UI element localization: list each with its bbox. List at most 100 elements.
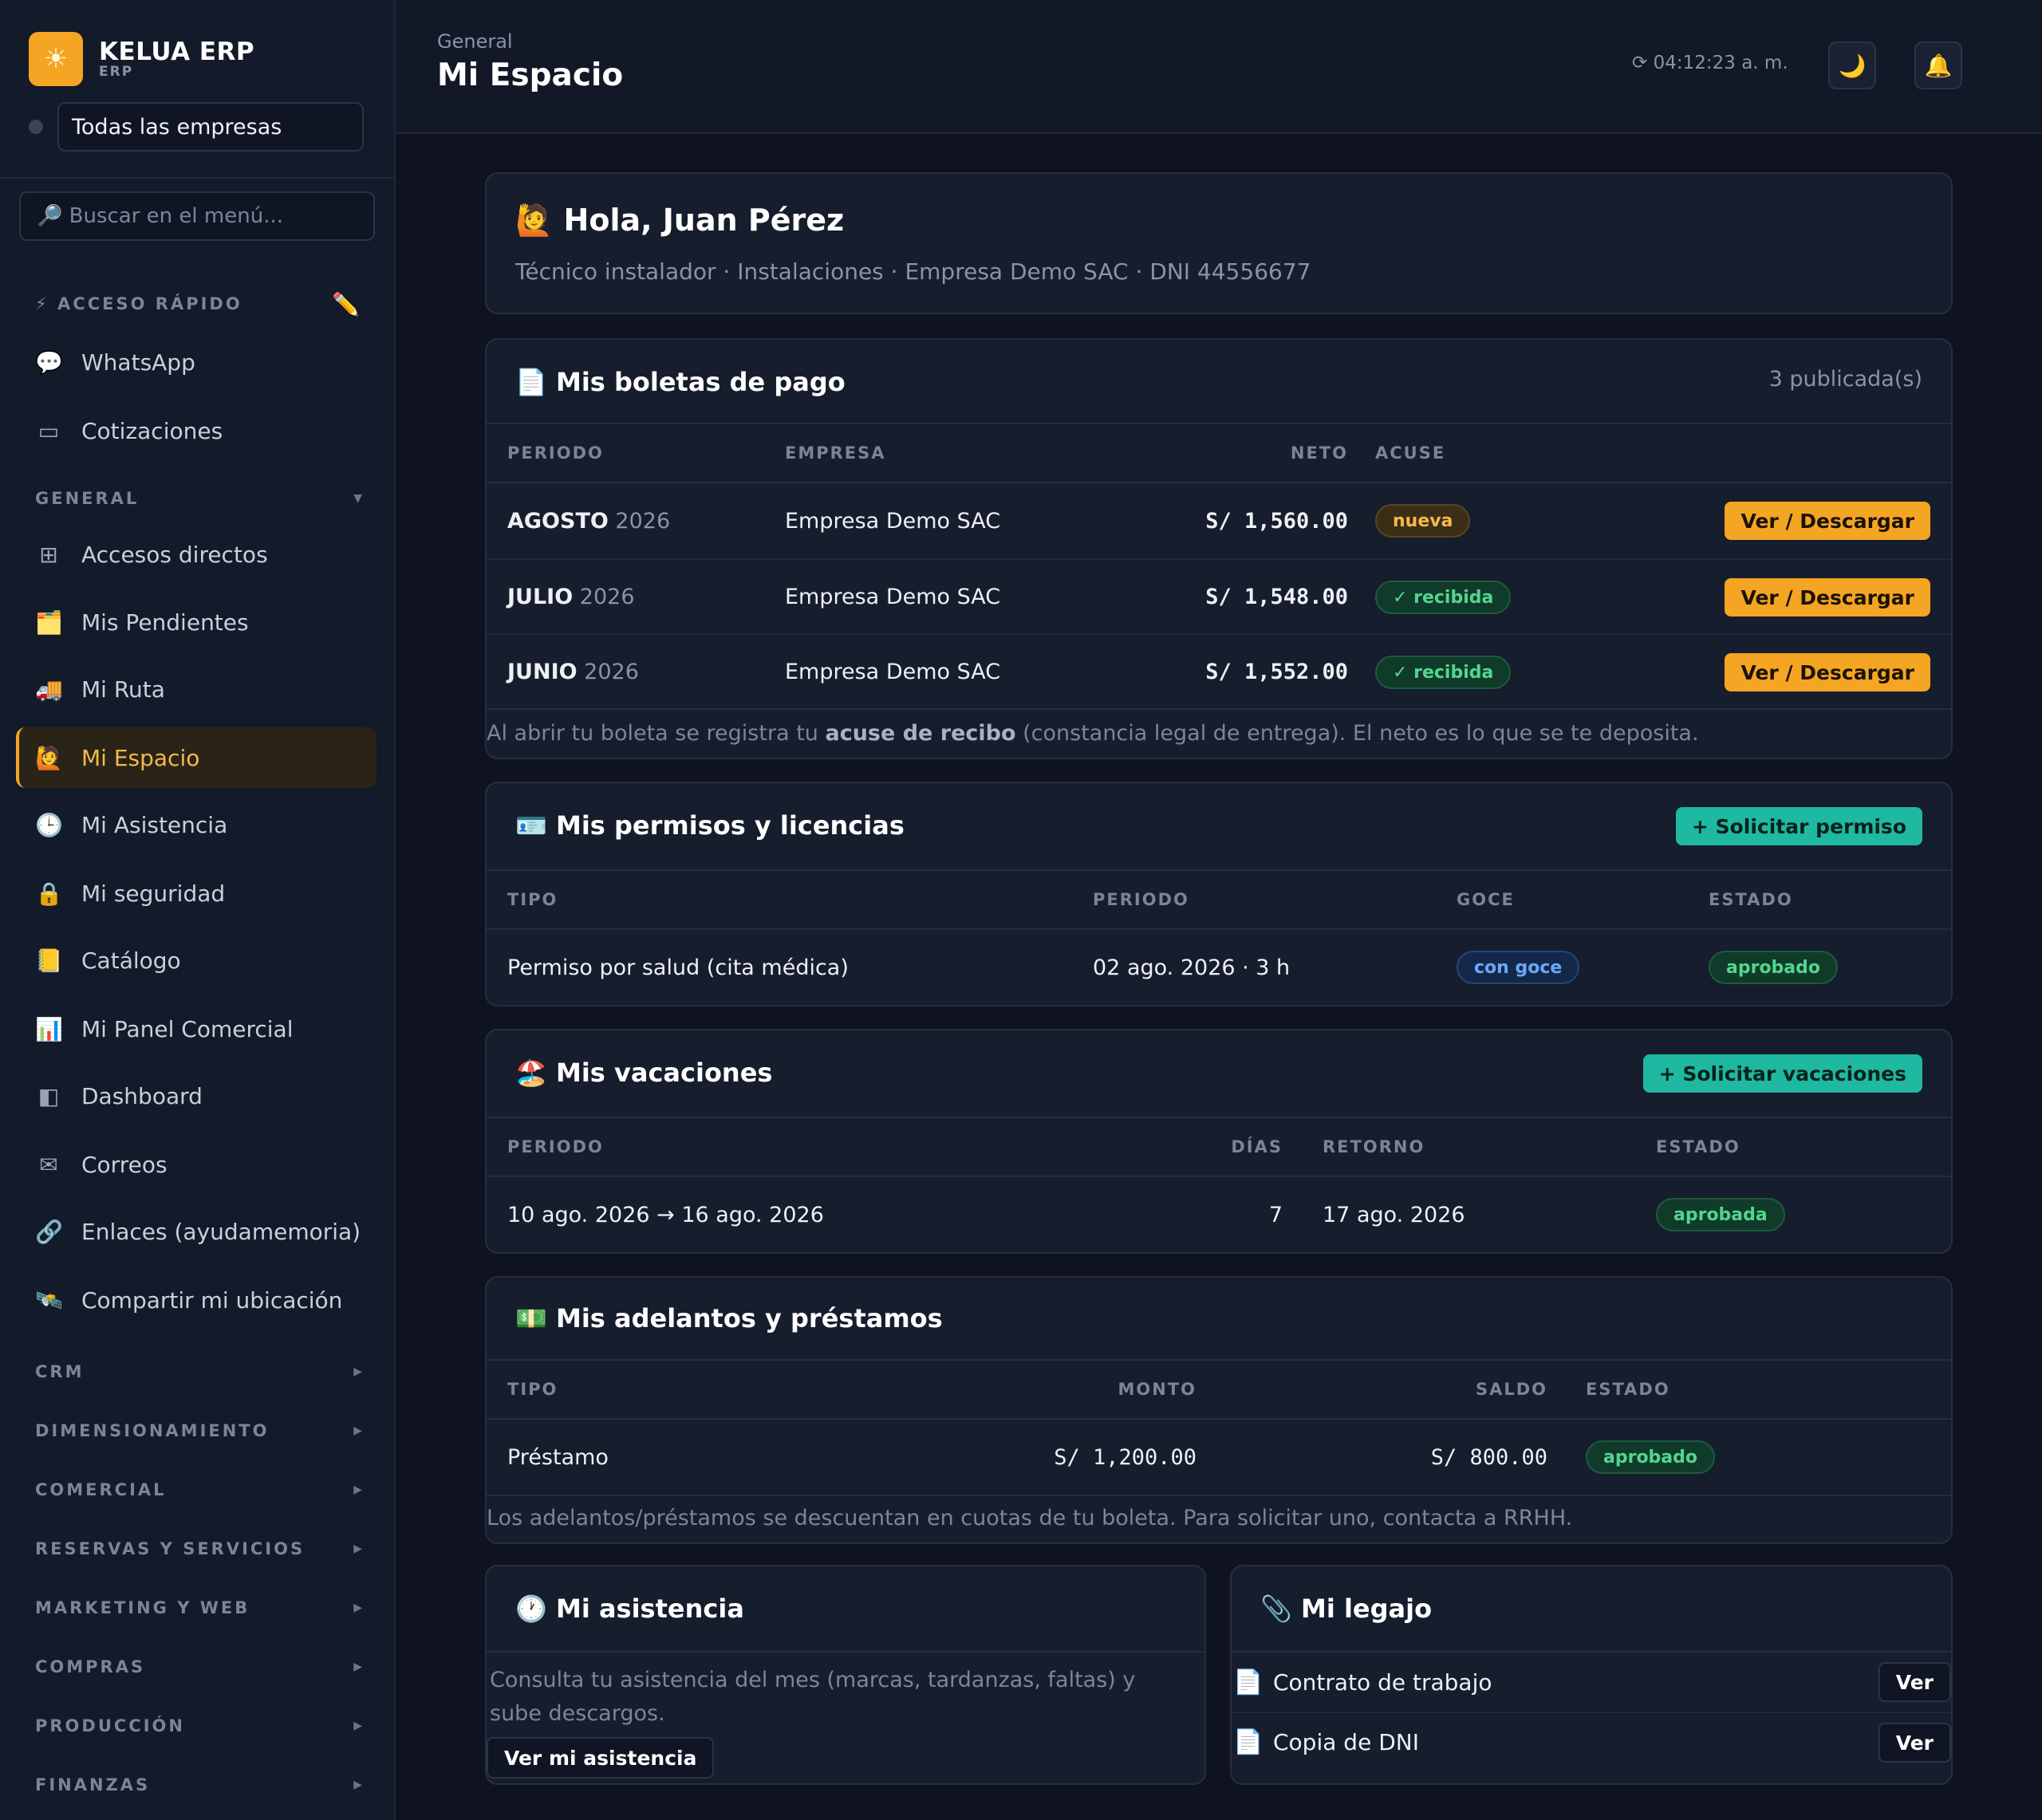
section-title: COMERCIAL (35, 1480, 167, 1499)
return-cell: 17 ago. 2026 (1323, 1202, 1465, 1227)
table-row: 10 ago. 2026 → 16 ago. 2026 7 17 ago. 20… (487, 1177, 1951, 1252)
divider (487, 708, 1951, 710)
section-title: CRM (35, 1362, 85, 1381)
sidebar-item-mis-pendientes[interactable]: 🗂️ Mis Pendientes (16, 592, 376, 652)
grid-icon: ⊞ (39, 541, 58, 568)
section-produccion[interactable]: PRODUCCIÓN ▶ (35, 1710, 362, 1742)
chevron-right-icon: ▶ (353, 1424, 362, 1437)
column-header: ESTADO (1656, 1137, 1740, 1156)
page-title: Mi Espacio (437, 57, 624, 93)
sidebar-item-label: Mi Asistencia (81, 811, 228, 838)
section-title: DIMENSIONAMIENTO (35, 1421, 270, 1440)
table-row: JUNIO 2026 Empresa Demo SAC S/ 1,552.00 … (487, 633, 1951, 708)
net-cell: S/ 1,552.00 (1205, 659, 1348, 684)
sidebar-item-mi-panel-comercial[interactable]: 📊 Mi Panel Comercial (16, 999, 376, 1059)
greeting-subtitle: Técnico instalador · Instalaciones · Emp… (515, 258, 1311, 285)
section-dimensionamiento[interactable]: DIMENSIONAMIENTO ▶ (35, 1415, 362, 1447)
link-icon: 🔗 (35, 1218, 63, 1245)
notifications-button[interactable]: 🔔 (1914, 41, 1962, 89)
type-cell: Préstamo (507, 1444, 609, 1470)
chevron-right-icon: ▶ (353, 1601, 362, 1614)
column-header: PERIODO (1093, 890, 1189, 909)
menu-search-input[interactable]: 🔎 Buscar en el menú... (19, 191, 375, 241)
brand[interactable]: ☀ KELUA ERP ERP (29, 32, 254, 86)
chevron-right-icon: ▶ (353, 1365, 362, 1378)
table-header: TIPO MONTO SALDO ESTADO (487, 1361, 1951, 1420)
column-header: DÍAS (1231, 1137, 1283, 1156)
clock-icon: 🕒 (35, 811, 63, 838)
amount-cell: S/ 1,200.00 (1054, 1444, 1196, 1470)
request-vacation-button[interactable]: + Solicitar vacaciones (1642, 1054, 1922, 1093)
moon-icon: 🌙 (1838, 52, 1867, 79)
table-row: AGOSTO 2026 Empresa Demo SAC S/ 1,560.00… (487, 483, 1951, 558)
file-card: 📎 Mi legajo 📄 Contrato de trabajo Ver 📄 … (1230, 1565, 1953, 1785)
type-cell: Permiso por salud (cita médica) (507, 955, 849, 980)
sidebar-item-cotizaciones[interactable]: ▭ Cotizaciones (16, 400, 376, 461)
column-header: TIPO (507, 1380, 558, 1399)
sidebar-item-whatsapp[interactable]: 💬 WhatsApp (16, 332, 376, 392)
pencil-icon[interactable]: ✏️ (332, 291, 362, 317)
section-finanzas[interactable]: FINANZAS ▶ (35, 1769, 362, 1801)
payslips-title: 📄 Mis boletas de pago (515, 367, 846, 397)
section-marketing-web[interactable]: MARKETING Y WEB ▶ (35, 1592, 362, 1624)
permits-title: 🪪 Mis permisos y licencias (515, 810, 905, 841)
company-select[interactable]: Todas las empresas (57, 102, 364, 152)
sidebar-item-accesos-directos[interactable]: ⊞ Accesos directos (16, 524, 376, 585)
sidebar-item-compartir-ubicacion[interactable]: 🛰️ Compartir mi ubicación (16, 1270, 376, 1330)
sidebar-item-mi-seguridad[interactable]: 🔒 Mi seguridad (16, 863, 376, 924)
section-compras[interactable]: COMPRAS ▶ (35, 1651, 362, 1683)
table-header: TIPO PERIODO GOCE ESTADO (487, 871, 1951, 930)
column-header: ESTADO (1709, 890, 1793, 909)
status-badge: aprobado (1709, 951, 1839, 984)
pay-badge: con goce (1457, 951, 1580, 984)
document-icon: 📄 (1233, 1668, 1263, 1696)
status-badge: aprobada (1656, 1198, 1785, 1231)
column-header: MONTO (1118, 1380, 1196, 1399)
breadcrumb[interactable]: General (437, 30, 513, 53)
section-title: MARKETING Y WEB (35, 1598, 250, 1617)
company-cell: Empresa Demo SAC (785, 584, 1001, 609)
period-cell: 10 ago. 2026 → 16 ago. 2026 (507, 1202, 824, 1227)
sidebar-item-enlaces[interactable]: 🔗 Enlaces (ayudamemoria) (16, 1201, 376, 1262)
sidebar-item-mi-ruta[interactable]: 🚚 Mi Ruta (16, 659, 376, 719)
period-cell: JUNIO 2026 (507, 659, 639, 684)
balance-cell: S/ 800.00 (1430, 1444, 1547, 1470)
sidebar-item-label: Cotizaciones (81, 417, 223, 444)
divider (0, 177, 394, 179)
column-header: TIPO (507, 890, 558, 909)
view-file-button[interactable]: Ver (1878, 1723, 1951, 1763)
sidebar-item-label: Mi Ruta (81, 676, 165, 703)
file-label: Copia de DNI (1273, 1728, 1419, 1755)
table-header: PERIODO DÍAS RETORNO ESTADO (487, 1118, 1951, 1177)
file-label: Contrato de trabajo (1273, 1668, 1492, 1696)
column-header: PERIODO (507, 443, 604, 463)
section-reservas-servicios[interactable]: RESERVAS Y SERVICIOS ▶ (35, 1533, 362, 1565)
sidebar: ☀ KELUA ERP ERP Todas las empresas 🔎 Bus… (0, 0, 396, 1820)
request-permit-button[interactable]: + Solicitar permiso (1675, 807, 1922, 845)
sidebar-item-correos[interactable]: ✉ Correos (16, 1134, 376, 1195)
sidebar-item-label: Mis Pendientes (81, 609, 249, 636)
view-download-button[interactable]: Ver / Descargar (1725, 578, 1930, 617)
divider (487, 1495, 1951, 1496)
view-attendance-button[interactable]: Ver mi asistencia (487, 1737, 715, 1779)
section-general[interactable]: GENERAL ▼ (35, 483, 362, 514)
section-comercial[interactable]: COMERCIAL ▶ (35, 1474, 362, 1506)
dashboard-icon: ◧ (37, 1082, 60, 1109)
view-file-button[interactable]: Ver (1878, 1662, 1951, 1702)
section-crm[interactable]: CRM ▶ (35, 1356, 362, 1388)
status-dot (29, 120, 43, 134)
folder-icon: 🗂️ (35, 609, 63, 636)
bell-icon: 🔔 (1924, 52, 1953, 79)
sidebar-item-catalogo[interactable]: 📒 Catálogo (16, 930, 376, 991)
chevron-right-icon: ▶ (353, 1660, 362, 1673)
section-title: ⚡ ACCESO RÁPIDO (35, 294, 242, 313)
sidebar-item-mi-espacio[interactable]: 🙋 Mi Espacio (16, 727, 376, 788)
view-download-button[interactable]: Ver / Descargar (1725, 653, 1930, 691)
table-row: Préstamo S/ 1,200.00 S/ 800.00 aprobado (487, 1420, 1951, 1495)
theme-toggle-button[interactable]: 🌙 (1828, 41, 1876, 89)
sidebar-item-dashboard[interactable]: ◧ Dashboard (16, 1066, 376, 1126)
greeting-title: 🙋 Hola, Juan Pérez (515, 203, 845, 238)
person-raising-hand-icon: 🙋 (35, 744, 63, 771)
sidebar-item-mi-asistencia[interactable]: 🕒 Mi Asistencia (16, 794, 376, 855)
view-download-button[interactable]: Ver / Descargar (1725, 502, 1930, 540)
